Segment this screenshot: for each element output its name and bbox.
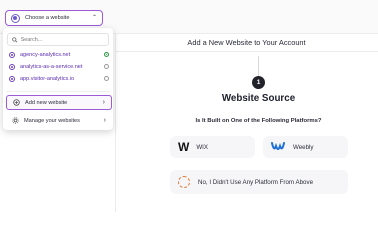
page-title-bar: Add a New Website to Your Account (115, 34, 378, 52)
chevron-right-icon: › (102, 99, 105, 106)
platform-label: Weebly (293, 143, 314, 151)
manage-websites-button[interactable]: Manage your websites › (6, 113, 112, 128)
wix-logo-icon: W (178, 140, 189, 154)
dashed-circle-icon (178, 176, 190, 188)
globe-icon (9, 51, 15, 58)
search-icon (12, 36, 18, 43)
selected-radio-icon[interactable] (104, 52, 109, 57)
manage-websites-label: Manage your websites (24, 117, 80, 124)
add-new-website-label: Add new website (25, 99, 68, 106)
platform-option-weebly[interactable]: Weebly (263, 136, 348, 158)
gear-icon (12, 117, 19, 124)
menu-divider (6, 91, 110, 92)
chevron-up-icon: ⌃ (91, 15, 97, 21)
platform-label: WIX (196, 143, 209, 151)
website-globe-icon (11, 13, 20, 23)
weebly-logo-icon (271, 140, 285, 154)
step-number-badge: 1 (252, 76, 265, 89)
add-circle-icon (13, 99, 20, 106)
platform-label: No, I Didn't Use Any Platform From Above (198, 178, 314, 186)
website-name: agency-analytics.net (20, 51, 71, 58)
globe-icon (9, 63, 15, 70)
website-list-item[interactable]: agency-analytics.net (9, 49, 109, 60)
website-name: analytics-as-a-service.net (20, 63, 83, 70)
radio-icon[interactable] (104, 64, 109, 69)
sidebar-divider (115, 34, 116, 212)
globe-icon (9, 75, 15, 82)
chevron-right-icon: › (103, 117, 106, 124)
website-search-box[interactable] (7, 33, 109, 46)
website-selector-label: Choose a website (25, 15, 70, 21)
website-list-item[interactable]: app.visitor-analytics.io (9, 73, 109, 84)
website-list-item[interactable]: analytics-as-a-service.net (9, 61, 109, 72)
step-connector-line (258, 56, 259, 76)
section-title: Website Source (221, 93, 296, 104)
search-input[interactable] (20, 36, 104, 43)
platform-option-wix[interactable]: W WIX (170, 136, 255, 158)
platform-option-none[interactable]: No, I Didn't Use Any Platform From Above (170, 170, 348, 194)
website-dropdown-panel: agency-analytics.net analytics-as-a-serv… (3, 28, 113, 130)
page-title: Add a New Website to Your Account (187, 38, 306, 47)
platform-question: Is It Built on One of the Following Plat… (195, 118, 322, 124)
website-selector-dropdown[interactable]: Choose a website ⌃ (5, 10, 103, 26)
add-new-website-button[interactable]: Add new website › (6, 95, 112, 110)
radio-icon[interactable] (104, 76, 109, 81)
website-name: app.visitor-analytics.io (20, 75, 75, 82)
